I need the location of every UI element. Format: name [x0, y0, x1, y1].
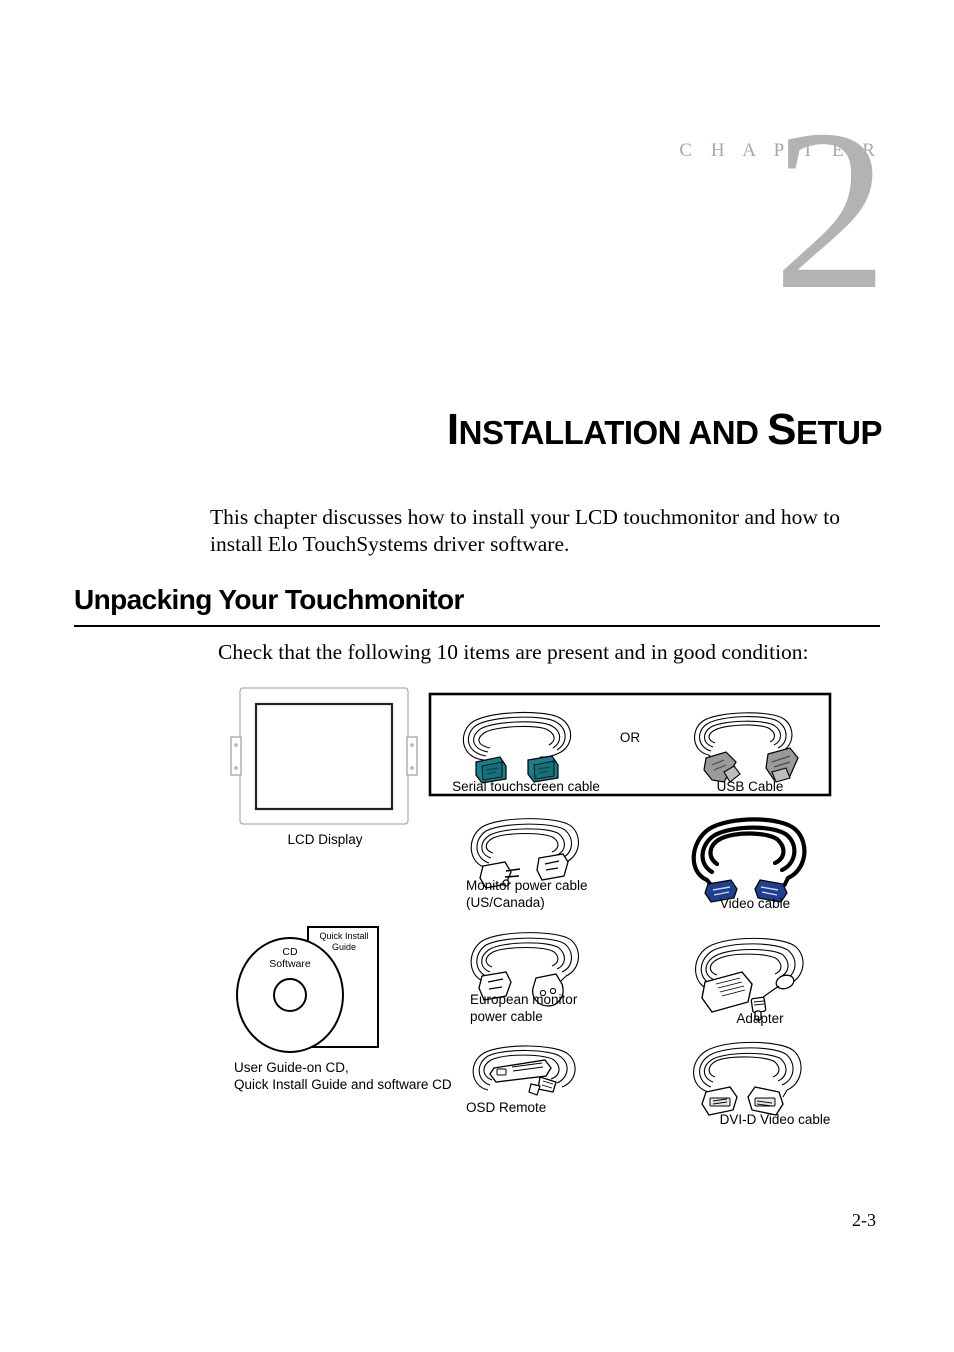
- caption-usb-cable: USB Cable: [716, 779, 784, 794]
- page-title: INSTALLATION AND SETUP: [446, 405, 883, 457]
- caption-lcd-display: LCD Display: [287, 832, 363, 847]
- serial-cable-graphic: [462, 711, 572, 784]
- page-title-s: S: [767, 405, 796, 454]
- adapter-strain-relief: [775, 974, 795, 990]
- document-page: C H A P T E R 2 INSTALLATION AND SETUP T…: [0, 0, 954, 1352]
- usb-cable-graphic: [694, 712, 799, 783]
- adapter-graphic: [695, 937, 804, 1021]
- page-title-i: I: [446, 405, 459, 454]
- page-number: 2-3: [852, 1210, 876, 1230]
- caption-dvi-cable: DVI-D Video cable: [719, 1112, 831, 1127]
- chapter-number: 2: [773, 82, 888, 337]
- caption-european-power-cable: European monitor power cable: [470, 992, 578, 1024]
- dvi-cable-graphic: [693, 1041, 802, 1116]
- caption-cd-software: User Guide-on CD, Quick Install Guide an…: [234, 1060, 452, 1092]
- page-title-nstallation-and: NSTALLATION AND: [458, 414, 768, 451]
- caption-osd-remote: OSD Remote: [466, 1100, 547, 1115]
- section-divider: [74, 625, 880, 627]
- section-heading-unpacking: Unpacking Your Touchmonitor: [74, 584, 464, 615]
- cd-disc-hole: [273, 978, 307, 1012]
- video-cable-graphic: [691, 817, 807, 903]
- caption-monitor-power-cable: Monitor power cable (US/Canada): [466, 878, 588, 910]
- adapter-brick: [701, 971, 753, 1013]
- or-label: OR: [619, 730, 641, 745]
- page-title-etup: ETUP: [795, 414, 883, 451]
- booklet-label: Quick Install Guide: [319, 931, 369, 952]
- lcd-display-graphic: [230, 687, 418, 825]
- intro-paragraph: This chapter discusses how to install yo…: [210, 505, 840, 556]
- check-items-line: Check that the following 10 items are pr…: [218, 640, 809, 664]
- caption-adapter: Adapter: [736, 1011, 784, 1026]
- caption-video-cable: Video cable: [719, 896, 791, 911]
- caption-serial-cable: Serial touchscreen cable: [452, 779, 600, 794]
- usb-b-connector: [765, 747, 799, 783]
